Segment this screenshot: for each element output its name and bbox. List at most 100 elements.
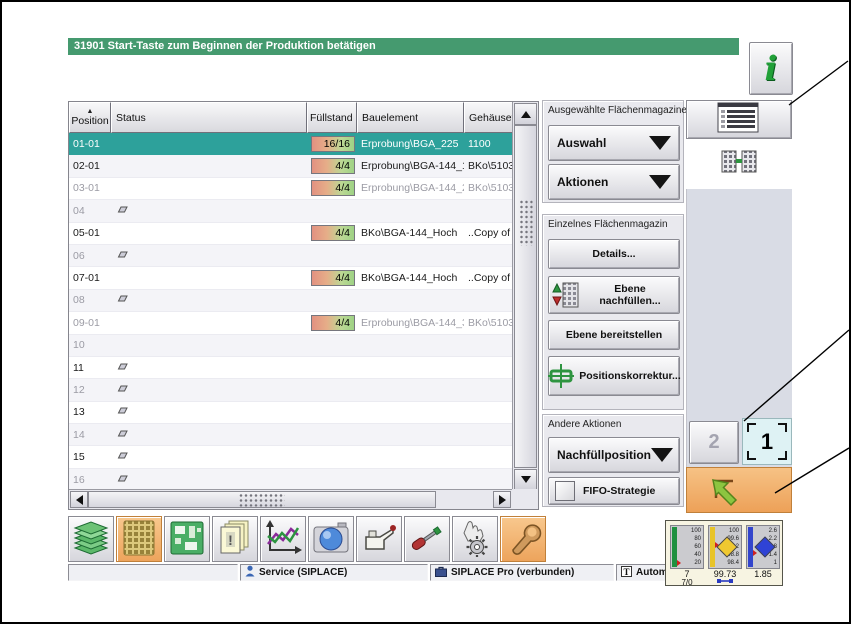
position-correction-button[interactable]: Positionskorrektur... bbox=[548, 356, 680, 396]
cell-position: 08 bbox=[69, 290, 111, 311]
cell-fuellstand bbox=[307, 335, 357, 356]
table-row[interactable]: 16 bbox=[69, 469, 538, 491]
cell-position: 05-01 bbox=[69, 223, 111, 244]
pallet-icon bbox=[115, 451, 130, 463]
aktionen-dropdown[interactable]: Aktionen bbox=[548, 164, 680, 200]
cell-bauelement bbox=[357, 200, 464, 221]
pallet-icon bbox=[115, 474, 130, 486]
fill-level-badge: 4/4 bbox=[311, 225, 355, 241]
arrow-down-icon bbox=[521, 476, 531, 483]
status-section-connection: SIPLACE Pro (verbunden) bbox=[430, 564, 614, 581]
refill-level-button[interactable]: Ebene nachfüllen... bbox=[548, 276, 680, 314]
cell-fuellstand bbox=[307, 290, 357, 311]
table-row[interactable]: 08 bbox=[69, 290, 538, 312]
grip-dots bbox=[519, 200, 532, 246]
group-title: Einzelnes Flächenmagazin bbox=[548, 219, 668, 230]
gauge-marker bbox=[753, 550, 757, 556]
table-row[interactable]: 14 bbox=[69, 424, 538, 446]
cell-status bbox=[111, 335, 307, 356]
gauge-ticks: 10080604020 bbox=[690, 526, 702, 568]
cell-bauelement bbox=[357, 446, 464, 467]
toolbar-screwdriver-button[interactable] bbox=[404, 516, 450, 562]
toolbar-error-pages-button[interactable]: ! bbox=[212, 516, 258, 562]
cell-fuellstand: 4/4 bbox=[307, 155, 357, 176]
fifo-strategy-toggle[interactable]: FIFO-Strategie bbox=[548, 477, 680, 505]
magazine-grid-icon bbox=[121, 519, 157, 560]
column-header-status[interactable]: Status bbox=[111, 102, 307, 133]
fill-level-badge: 4/4 bbox=[311, 158, 355, 174]
cell-status bbox=[111, 178, 307, 199]
cell-position: 14 bbox=[69, 424, 111, 445]
table-row[interactable]: 02-014/4Erprobung\BGA-144_1BKo\5103 bbox=[69, 155, 538, 177]
toolbar-wrench-button[interactable] bbox=[500, 516, 546, 562]
table-row[interactable]: 10 bbox=[69, 335, 538, 357]
table-row[interactable]: 13 bbox=[69, 402, 538, 424]
cell-status bbox=[111, 290, 307, 311]
info-button[interactable]: i bbox=[749, 42, 793, 95]
toolbar-oil-can-button[interactable] bbox=[356, 516, 402, 562]
cell-status bbox=[111, 357, 307, 378]
details-button[interactable]: Details... bbox=[548, 239, 680, 269]
dropdown-arrow-icon bbox=[649, 136, 671, 150]
return-button[interactable] bbox=[686, 467, 792, 513]
vertical-scrollbar[interactable] bbox=[512, 102, 538, 491]
table-row[interactable]: 07-014/4BKo\BGA-144_Hoch..Copy of 51 bbox=[69, 267, 538, 289]
table-row[interactable]: 15 bbox=[69, 446, 538, 468]
error-pages-icon: ! bbox=[217, 519, 253, 560]
button-label: Positionskorrektur... bbox=[579, 370, 681, 382]
table-row[interactable]: 05-014/4BKo\BGA-144_Hoch..Copy of 51 bbox=[69, 223, 538, 245]
cell-bauelement: Erprobung\BGA-144_2 bbox=[357, 178, 464, 199]
refill-position-dropdown[interactable]: Nachfüllposition bbox=[548, 437, 680, 473]
vertical-scroll-thumb[interactable] bbox=[514, 125, 537, 468]
page-2-button[interactable]: 2 bbox=[689, 421, 739, 464]
toolbar-pcb-button[interactable] bbox=[164, 516, 210, 562]
cell-fuellstand bbox=[307, 245, 357, 266]
tab-magazine-view[interactable] bbox=[686, 139, 792, 189]
machine-gauges-panel[interactable]: 10080604020 10099.699.298.898.4 2.62.21.… bbox=[665, 520, 783, 586]
table-row[interactable]: 01-0116/16Erprobung\BGA_2251100 bbox=[69, 133, 538, 155]
toolbar-boards-stack-button[interactable] bbox=[68, 516, 114, 562]
auswahl-dropdown[interactable]: Auswahl bbox=[548, 125, 680, 161]
column-header-position[interactable]: ▲ Position bbox=[69, 102, 111, 133]
table-row[interactable]: 11 bbox=[69, 357, 538, 379]
scroll-up-button[interactable] bbox=[514, 103, 537, 125]
cell-fuellstand: 4/4 bbox=[307, 223, 357, 244]
cell-position: 16 bbox=[69, 469, 111, 490]
button-label: Ebene bereitstellen bbox=[566, 329, 662, 341]
status-label: Service (SIPLACE) bbox=[259, 567, 347, 578]
column-header-bauelement[interactable]: Bauelement bbox=[357, 102, 464, 133]
table-row[interactable]: 04 bbox=[69, 200, 538, 222]
table-row[interactable]: 09-014/4Erprobung\BGA-144_3BKo\5103 bbox=[69, 312, 538, 334]
pallet-icon bbox=[115, 294, 130, 306]
scroll-right-button[interactable] bbox=[493, 491, 511, 508]
page-1-button[interactable]: 1 bbox=[742, 418, 792, 465]
screen: 31901 Start-Taste zum Beginnen der Produ… bbox=[0, 0, 851, 624]
toolbar-camera-button[interactable] bbox=[308, 516, 354, 562]
svg-text:!: ! bbox=[228, 532, 233, 548]
message-bar: 31901 Start-Taste zum Beginnen der Produ… bbox=[68, 38, 739, 55]
connector-icon bbox=[717, 578, 733, 587]
tab-list-view[interactable] bbox=[686, 100, 792, 139]
column-header-fuellstand[interactable]: Füllstand bbox=[307, 102, 357, 133]
cell-fuellstand: 4/4 bbox=[307, 267, 357, 288]
toolbar-magazine-grid-button[interactable] bbox=[116, 516, 162, 562]
magazine-table: ▲ Position Status Füllstand Bauelement G… bbox=[68, 101, 539, 510]
horizontal-scroll-thumb[interactable] bbox=[88, 491, 436, 508]
table-row[interactable]: 12 bbox=[69, 379, 538, 401]
pallet-icon bbox=[115, 406, 130, 418]
components-gauge: 10099.699.298.898.4 bbox=[708, 525, 742, 569]
checkbox-unchecked-icon[interactable] bbox=[555, 481, 575, 501]
toolbar-manual-gear-button[interactable] bbox=[452, 516, 498, 562]
table-row[interactable]: 03-014/4Erprobung\BGA-144_2BKo\5103 bbox=[69, 178, 538, 200]
toolbar-statistics-chart-button[interactable] bbox=[260, 516, 306, 562]
scroll-down-button[interactable] bbox=[514, 469, 537, 490]
arrow-left-icon bbox=[76, 495, 83, 505]
horizontal-scrollbar[interactable] bbox=[69, 489, 512, 509]
cell-status bbox=[111, 223, 307, 244]
boards-gauge: 10080604020 bbox=[670, 525, 704, 569]
dropdown-label: Auswahl bbox=[557, 136, 606, 150]
provide-level-button[interactable]: Ebene bereitstellen bbox=[548, 320, 680, 350]
table-row[interactable]: 06 bbox=[69, 245, 538, 267]
cell-fuellstand bbox=[307, 424, 357, 445]
scroll-left-button[interactable] bbox=[70, 491, 88, 508]
